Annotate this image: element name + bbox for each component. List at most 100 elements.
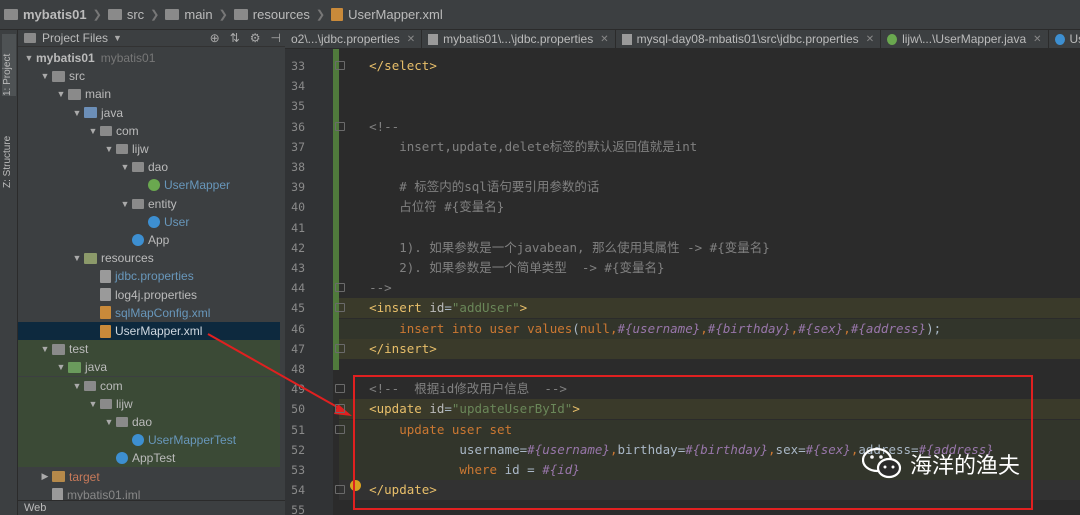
expand-arrow-icon[interactable]: ▼ <box>86 126 100 136</box>
code-line: insert into user values(null,#{username}… <box>339 318 1080 339</box>
tree-node[interactable]: ▼ mybatis01 mybatis01 <box>18 49 280 90</box>
chevron-down-icon[interactable]: ▼ <box>113 33 122 43</box>
editor-tab[interactable]: mybatis01\...\jdbc.properties ✕ <box>422 30 616 48</box>
line-number: 40 <box>291 200 305 215</box>
web-panel-label[interactable]: Web <box>24 502 46 514</box>
tree-node[interactable]: ▼ resources <box>18 249 280 267</box>
gear-icon[interactable]: ⚙ <box>250 31 261 45</box>
expand-arrow-icon[interactable]: ▼ <box>38 344 52 354</box>
expand-arrow-icon[interactable]: ▼ <box>118 162 132 172</box>
line-number: 39 <box>291 180 305 195</box>
fold-marker-icon[interactable] <box>335 424 345 434</box>
tree-node[interactable]: User <box>18 213 280 231</box>
breadcrumb-item-file[interactable]: UserMapper.xml <box>331 7 443 22</box>
tree-node-label: sqlMapConfig.xml <box>115 305 211 320</box>
fold-marker-icon[interactable] <box>335 485 345 495</box>
fold-marker-icon[interactable] <box>335 303 345 313</box>
xml-file-icon <box>100 306 111 320</box>
tree-node[interactable]: sqlMapConfig.xml <box>18 304 280 322</box>
expand-arrow-icon[interactable]: ▼ <box>22 53 36 63</box>
editor-tab[interactable]: mysql-day08-mbatis01\src\jdbc.properties… <box>616 30 882 48</box>
tree-node[interactable]: ▼ com <box>18 376 280 395</box>
tree-node[interactable]: AppTest <box>18 449 280 468</box>
tab-label: mysql-day08-mbatis01\src\jdbc.properties <box>636 32 859 46</box>
close-icon[interactable]: ✕ <box>407 34 415 45</box>
expand-arrow-icon[interactable]: ▼ <box>102 417 116 427</box>
project-tool-tab[interactable]: 1: Project <box>2 34 16 96</box>
tree-node[interactable]: ▼ test <box>18 340 280 359</box>
collapse-icon[interactable]: ⇅ <box>230 31 240 45</box>
interface-icon <box>887 33 898 45</box>
expand-arrow-icon[interactable]: ▼ <box>102 144 116 154</box>
expand-arrow-icon[interactable]: ▼ <box>38 71 52 81</box>
breadcrumb-item-src[interactable]: src <box>107 7 144 22</box>
tree-node[interactable]: ▼ entity <box>18 195 280 213</box>
interface-icon <box>148 179 160 192</box>
collapse-arrow-icon[interactable]: ▶ <box>38 471 52 482</box>
editor-tab[interactable]: o2\...\jdbc.properties ✕ <box>285 30 423 48</box>
expand-arrow-icon[interactable]: ▼ <box>70 381 84 391</box>
separator-icon: ❯ <box>315 9 326 21</box>
folder-icon <box>165 9 180 20</box>
tree-node[interactable]: UserMapper.xml <box>18 322 280 340</box>
line-number: 37 <box>291 139 305 154</box>
expand-arrow-icon[interactable]: ▼ <box>118 199 132 209</box>
tree-node[interactable]: ▼ lijw <box>18 394 280 413</box>
class-icon <box>116 452 128 465</box>
code-line: <insert id="addUser"> <box>339 298 1080 319</box>
tree-node-label: target <box>69 469 100 484</box>
structure-tool-tab[interactable]: Z: Structure <box>2 106 16 188</box>
close-icon[interactable]: ✕ <box>1033 34 1041 45</box>
line-number: 48 <box>291 362 305 376</box>
tab-label: o2\...\jdbc.properties <box>291 32 400 46</box>
tree-node-label: UserMapper.xml <box>115 324 203 338</box>
breadcrumb-item-project[interactable]: mybatis01 <box>4 7 87 22</box>
tree-node-label: com <box>100 378 123 393</box>
fold-marker-icon[interactable] <box>335 283 345 293</box>
code-token: --> <box>339 280 392 296</box>
xml-file-icon <box>100 324 111 338</box>
close-icon[interactable]: ✕ <box>866 34 874 45</box>
package-icon <box>100 398 112 409</box>
fold-marker-icon[interactable] <box>335 121 345 131</box>
tree-node[interactable]: ▼ dao <box>18 158 280 176</box>
fold-marker-icon[interactable] <box>335 384 345 394</box>
tree-node[interactable]: ▼ java <box>18 104 280 122</box>
tree-node[interactable]: UserMapperTest <box>18 431 280 450</box>
fold-marker-icon[interactable] <box>335 61 345 70</box>
expand-arrow-icon[interactable]: ▼ <box>70 253 84 263</box>
editor-tab[interactable]: lijw\...\UserMapper.java ✕ <box>881 30 1049 48</box>
expand-arrow-icon[interactable]: ▼ <box>54 362 68 372</box>
tree-node[interactable]: ▼ java <box>18 358 280 377</box>
fold-marker-icon[interactable] <box>335 404 345 414</box>
tree-node[interactable]: ▶ target <box>18 468 280 486</box>
expand-arrow-icon[interactable]: ▼ <box>70 108 84 118</box>
code-token: #{birthday} <box>707 320 791 336</box>
tree-node[interactable]: App <box>18 231 280 249</box>
expand-arrow-icon[interactable]: ▼ <box>86 399 100 409</box>
folder-icon <box>233 9 248 20</box>
code-token: <insert <box>339 300 430 316</box>
tree-node[interactable]: ▼ src <box>18 67 280 85</box>
package-icon <box>100 125 112 136</box>
code-line: 1). 如果参数是一个javabean, 那么使用其属性 -> #{变量名} <box>339 238 1080 258</box>
tree-node[interactable]: ▼ lijw <box>18 140 280 158</box>
tree-node[interactable]: ▼ com <box>18 122 280 140</box>
fold-marker-icon[interactable] <box>335 343 345 353</box>
code-token: , <box>700 320 708 336</box>
tree-node[interactable]: UserMapper <box>18 176 280 194</box>
editor-tab[interactable]: User.java <box>1049 30 1080 48</box>
code-token: ( <box>572 320 580 336</box>
breadcrumb-item-main[interactable]: main <box>165 7 213 22</box>
tree-node[interactable]: ▼ dao <box>18 413 280 431</box>
tree-node[interactable]: log4j.properties <box>18 286 280 304</box>
close-icon[interactable]: ✕ <box>600 34 608 45</box>
expand-arrow-icon[interactable]: ▼ <box>54 89 68 99</box>
tree-node[interactable]: jdbc.properties <box>18 267 280 285</box>
hide-icon[interactable]: ⊣ <box>271 31 281 45</box>
breadcrumb-item-resources[interactable]: resources <box>233 7 310 22</box>
project-view-selector[interactable]: Project Files <box>42 31 108 45</box>
tree-node[interactable]: ▼ main <box>18 85 280 103</box>
target-icon[interactable]: ⊕ <box>210 31 220 45</box>
